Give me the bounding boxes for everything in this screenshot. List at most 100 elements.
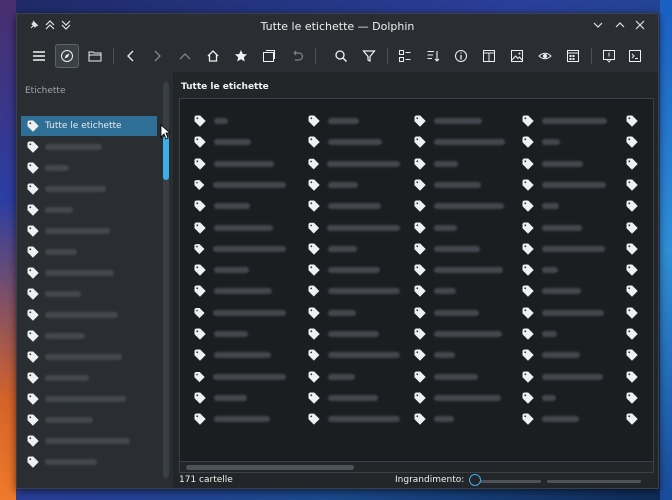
- folder-item[interactable]: [514, 198, 614, 214]
- split-view-icon[interactable]: [477, 44, 501, 68]
- folder-item[interactable]: [406, 326, 506, 342]
- folder-item[interactable]: [406, 113, 506, 129]
- folder-item[interactable]: [514, 411, 614, 427]
- folder-item[interactable]: [406, 198, 506, 214]
- folder-item[interactable]: [186, 326, 286, 342]
- folder-item[interactable]: [406, 220, 506, 236]
- folder-item[interactable]: [618, 283, 672, 299]
- undo-icon[interactable]: [285, 44, 309, 68]
- folder-item[interactable]: [186, 283, 286, 299]
- sidebar-tag-item[interactable]: [21, 200, 157, 220]
- information-icon[interactable]: [449, 44, 473, 68]
- folder-item[interactable]: [406, 177, 506, 193]
- folder-item[interactable]: [618, 177, 672, 193]
- folder-item[interactable]: [186, 198, 286, 214]
- minimize-icon[interactable]: [591, 19, 605, 33]
- folder-item[interactable]: [514, 177, 614, 193]
- folder-item[interactable]: [186, 113, 286, 129]
- folder-item[interactable]: [406, 262, 506, 278]
- folder-item[interactable]: [514, 262, 614, 278]
- sidebar-tag-item[interactable]: [21, 347, 157, 367]
- folder-item[interactable]: [300, 305, 400, 321]
- home-icon[interactable]: [201, 44, 225, 68]
- search-icon[interactable]: [329, 44, 353, 68]
- sidebar-tag-item[interactable]: [21, 158, 157, 178]
- folder-item[interactable]: [406, 156, 506, 172]
- sidebar-scrollbar-thumb[interactable]: [163, 136, 169, 180]
- folder-item[interactable]: [618, 305, 672, 321]
- folder-item[interactable]: [300, 241, 400, 257]
- new-tab-icon[interactable]: [257, 44, 281, 68]
- folder-item[interactable]: [186, 177, 286, 193]
- folder-item[interactable]: [300, 113, 400, 129]
- sidebar-tag-item[interactable]: [21, 263, 157, 283]
- folder-item[interactable]: [186, 305, 286, 321]
- folder-item[interactable]: [300, 134, 400, 150]
- preview-icon[interactable]: [505, 44, 529, 68]
- folder-item[interactable]: [618, 241, 672, 257]
- folder-item[interactable]: [618, 198, 672, 214]
- filter-icon[interactable]: [357, 44, 381, 68]
- folder-item[interactable]: [186, 156, 286, 172]
- tab-icon[interactable]: [561, 44, 585, 68]
- folder-item[interactable]: [514, 134, 614, 150]
- folder-item[interactable]: [618, 411, 672, 427]
- folder-item[interactable]: [406, 369, 506, 385]
- favorite-icon[interactable]: [229, 44, 253, 68]
- folder-item[interactable]: [406, 305, 506, 321]
- folder-item[interactable]: [186, 134, 286, 150]
- menu-icon[interactable]: [27, 44, 51, 68]
- folder-item[interactable]: [186, 369, 286, 385]
- folder-item[interactable]: [186, 411, 286, 427]
- folder-item[interactable]: [514, 220, 614, 236]
- folder-item[interactable]: [300, 369, 400, 385]
- folder-item[interactable]: [406, 241, 506, 257]
- sidebar-tag-item[interactable]: Tutte le etichette: [21, 116, 157, 136]
- folder-item[interactable]: [186, 241, 286, 257]
- sidebar-tag-item[interactable]: [21, 221, 157, 241]
- sidebar-tag-item[interactable]: [21, 179, 157, 199]
- folder-item[interactable]: [406, 134, 506, 150]
- back-icon[interactable]: [119, 44, 143, 68]
- folder-item[interactable]: [618, 262, 672, 278]
- folder-item[interactable]: [618, 220, 672, 236]
- folder-item[interactable]: [514, 369, 614, 385]
- sidebar-tag-item[interactable]: [21, 137, 157, 157]
- sidebar-tag-item[interactable]: [21, 431, 157, 451]
- folder-item[interactable]: [300, 347, 400, 363]
- folder-item[interactable]: [300, 156, 400, 172]
- folder-item[interactable]: [514, 283, 614, 299]
- folder-item[interactable]: [300, 262, 400, 278]
- close-icon[interactable]: [633, 19, 647, 33]
- terminal-icon[interactable]: [623, 44, 647, 68]
- folder-item[interactable]: [618, 390, 672, 406]
- folder-item[interactable]: [514, 241, 614, 257]
- up-icon[interactable]: [173, 44, 197, 68]
- folder-item[interactable]: [618, 347, 672, 363]
- file-view[interactable]: [179, 98, 654, 473]
- sidebar-tag-item[interactable]: [21, 389, 157, 409]
- sidebar-tag-item[interactable]: [21, 284, 157, 304]
- folder-item[interactable]: [300, 283, 400, 299]
- sort-icon[interactable]: [421, 44, 445, 68]
- sidebar-tag-item[interactable]: [21, 242, 157, 262]
- folder-item[interactable]: [406, 390, 506, 406]
- folder-item[interactable]: [618, 369, 672, 385]
- folder-item[interactable]: [406, 347, 506, 363]
- folder-icon[interactable]: [83, 44, 107, 68]
- sidebar-tag-item[interactable]: [21, 452, 157, 472]
- folder-item[interactable]: [300, 326, 400, 342]
- terminal-panel-icon[interactable]: [597, 44, 621, 68]
- folder-item[interactable]: [300, 411, 400, 427]
- folder-item[interactable]: [300, 177, 400, 193]
- folder-item[interactable]: [618, 113, 672, 129]
- horizontal-scrollbar[interactable]: [180, 461, 653, 472]
- folder-item[interactable]: [514, 390, 614, 406]
- maximize-icon[interactable]: [613, 19, 627, 33]
- horizontal-scrollbar-thumb[interactable]: [186, 465, 354, 470]
- folder-item[interactable]: [514, 347, 614, 363]
- folder-item[interactable]: [186, 347, 286, 363]
- folder-item[interactable]: [514, 305, 614, 321]
- folder-item[interactable]: [618, 156, 672, 172]
- folder-item[interactable]: [514, 113, 614, 129]
